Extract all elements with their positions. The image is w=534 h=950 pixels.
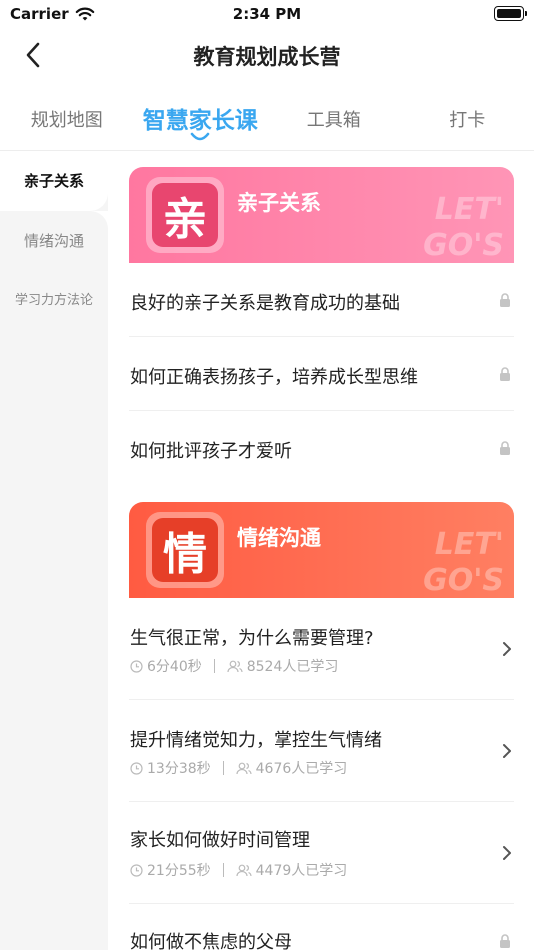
- sidebar-item-label: 亲子关系: [23, 172, 84, 190]
- lesson-title: 家长如何做好时间管理: [130, 830, 310, 851]
- lets-go-decoration: LET' GO'S: [423, 192, 504, 263]
- tab-label: 打卡: [449, 110, 486, 131]
- lesson-row[interactable]: 提升情绪觉知力，掌控生气情绪 13分38秒 4676人已学习: [129, 700, 514, 802]
- sidebar-item-parent-child[interactable]: 亲子关系: [0, 151, 108, 211]
- tab-label: 智慧家长课: [142, 108, 258, 134]
- lesson-duration: 13分38秒: [147, 761, 211, 777]
- lock-icon: [500, 293, 510, 307]
- lesson-row[interactable]: 生气很正常，为什么需要管理? 6分40秒 8524人已学习: [129, 598, 514, 700]
- section-banner-parent-child: 亲 亲子关系 LET' GO'S: [129, 167, 514, 263]
- section-icon-char: 情: [152, 518, 218, 582]
- status-bar: Carrier 2:34 PM: [0, 0, 534, 28]
- lesson-row[interactable]: 如何做不焦虑的父母: [129, 904, 514, 950]
- lesson-row[interactable]: 如何正确表扬孩子，培养成长型思维: [129, 337, 514, 411]
- battery-icon: [494, 6, 527, 21]
- decoration-line-2: GO'S: [423, 228, 504, 263]
- decoration-line-2: GO'S: [423, 563, 504, 598]
- sidebar-item-label: 情绪沟通: [23, 232, 84, 250]
- section-title: 亲子关系: [237, 191, 321, 215]
- lesson-row[interactable]: 家长如何做好时间管理 21分55秒 4479人已学习: [129, 802, 514, 904]
- lesson-learners: 8524人已学习: [246, 659, 339, 675]
- lock-icon: [500, 441, 510, 455]
- decoration-line-1: LET': [435, 527, 504, 562]
- chevron-right-icon: [503, 642, 511, 656]
- sidebar-item-label: 学习力方法论: [14, 293, 93, 308]
- lock-icon: [500, 934, 510, 948]
- section-icon: 亲: [146, 177, 224, 253]
- chevron-right-icon: [503, 744, 511, 758]
- lesson-title: 提升情绪觉知力，掌控生气情绪: [130, 730, 382, 751]
- lesson-title: 生气很正常，为什么需要管理?: [130, 628, 374, 649]
- lesson-meta: 6分40秒 8524人已学习: [130, 656, 338, 676]
- sidebar: 亲子关系 情绪沟通 学习力方法论: [0, 151, 108, 950]
- learners-icon: [227, 660, 243, 672]
- tab-bar: 规划地图 智慧家长课 工具箱 打卡: [0, 92, 534, 150]
- sidebar-item-learning-method[interactable]: 学习力方法论: [0, 271, 108, 331]
- section-banner-emotion: 情 情绪沟通 LET' GO'S: [129, 502, 514, 598]
- lets-go-decoration: LET' GO'S: [423, 527, 504, 598]
- clock-icon: [130, 761, 143, 775]
- lesson-meta: 13分38秒 4676人已学习: [130, 758, 347, 778]
- status-time: 2:34 PM: [232, 5, 302, 23]
- lesson-row[interactable]: 良好的亲子关系是教育成功的基础: [129, 263, 514, 337]
- decoration-line-1: LET': [435, 192, 504, 227]
- lesson-learners: 4676人已学习: [255, 761, 348, 777]
- lock-icon: [500, 367, 510, 381]
- tab-check-in[interactable]: 打卡: [401, 92, 534, 150]
- lesson-title: 如何正确表扬孩子，培养成长型思维: [130, 367, 418, 388]
- lesson-learners: 4479人已学习: [255, 863, 348, 879]
- lesson-duration: 6分40秒: [147, 659, 202, 675]
- tab-toolbox[interactable]: 工具箱: [267, 92, 401, 150]
- lesson-title: 如何批评孩子才爱听: [130, 441, 292, 462]
- lesson-row[interactable]: 如何批评孩子才爱听: [129, 411, 514, 485]
- nav-bar: 教育规划成长营: [0, 28, 534, 82]
- tab-label: 工具箱: [306, 110, 361, 131]
- lesson-duration: 21分55秒: [147, 863, 211, 879]
- clock-icon: [130, 659, 143, 673]
- sidebar-item-emotion[interactable]: 情绪沟通: [0, 211, 108, 271]
- tab-smart-parent-course[interactable]: 智慧家长课: [134, 92, 268, 150]
- section-icon-char: 亲: [152, 183, 218, 247]
- page-title: 教育规划成长营: [193, 45, 341, 69]
- lesson-meta: 21分55秒 4479人已学习: [130, 860, 347, 880]
- section-icon: 情: [146, 512, 224, 588]
- chevron-right-icon: [503, 846, 511, 860]
- learners-icon: [236, 762, 252, 774]
- lesson-title: 如何做不焦虑的父母: [130, 932, 292, 950]
- tab-label: 规划地图: [30, 110, 103, 131]
- lesson-title: 良好的亲子关系是教育成功的基础: [130, 293, 400, 314]
- tab-planning-map[interactable]: 规划地图: [0, 92, 134, 150]
- tab-active-indicator: [190, 132, 210, 141]
- course-list: 亲 亲子关系 LET' GO'S 良好的亲子关系是教育成功的基础 如何正确表扬孩…: [108, 151, 534, 950]
- section-title: 情绪沟通: [237, 526, 321, 550]
- clock-icon: [130, 863, 143, 877]
- learners-icon: [236, 864, 252, 876]
